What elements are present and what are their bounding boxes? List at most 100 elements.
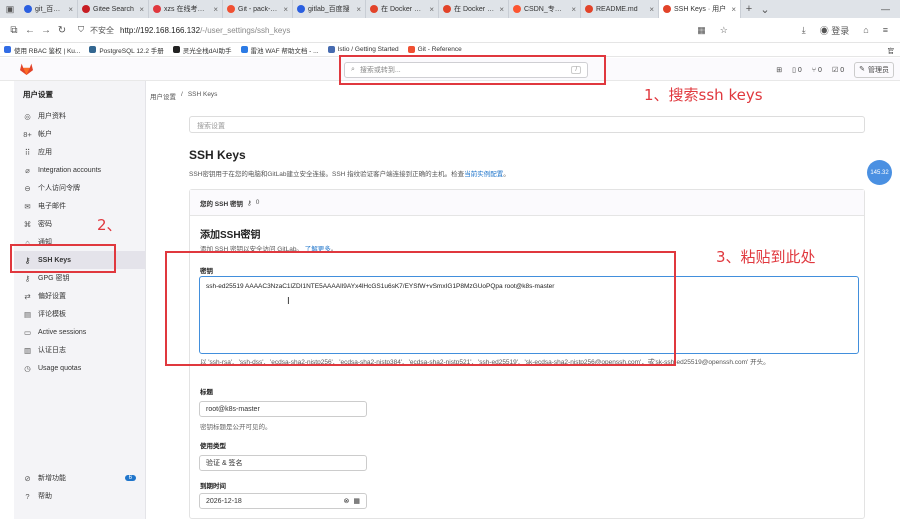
sidebar-item-item-10[interactable]: ⇄ 偏好设置 bbox=[14, 287, 145, 305]
sidebar-toggle-icon[interactable]: ⊞ bbox=[776, 66, 782, 74]
tab-title: CSDN_专业开 bbox=[524, 6, 569, 13]
browser-tab[interactable]: README.md × bbox=[581, 0, 659, 18]
gitlab-logo-icon[interactable] bbox=[20, 63, 33, 75]
sidebar-item-label: 应用 bbox=[38, 149, 52, 156]
sidebar-item-icon: ◷ bbox=[24, 363, 31, 373]
breadcrumb-ssh-keys[interactable]: SSH Keys bbox=[188, 91, 218, 101]
sidebar-item-item-11[interactable]: ▤ 评论模板 bbox=[14, 305, 145, 323]
minimize-button[interactable]: — bbox=[881, 4, 890, 14]
sidebar-item-integration-accounts[interactable]: ⌀ Integration accounts bbox=[14, 161, 145, 179]
sidebar-title: 用户设置 bbox=[23, 90, 53, 99]
sidebar-item-item-6[interactable]: ⌘ 密码 bbox=[14, 215, 145, 233]
browser-tab[interactable]: 在 Docker 容器× bbox=[366, 0, 439, 18]
sidebar-item-item-2[interactable]: ⠿ 应用 bbox=[14, 143, 145, 161]
bookmark-item[interactable]: PostgreSQL 12.2 手册 bbox=[89, 45, 164, 55]
tab-dropdown-icon[interactable]: ⌄ bbox=[757, 3, 773, 16]
usage-type-label: 使用类型 bbox=[200, 443, 226, 450]
sidebar-item-icon: ⌀ bbox=[25, 165, 30, 175]
new-tab-button[interactable]: + bbox=[741, 3, 757, 15]
todos-button[interactable]: ☑ 0 bbox=[832, 66, 844, 75]
bookmark-item[interactable]: Istio / Getting Started bbox=[327, 45, 399, 55]
bookmark-item[interactable]: 灵光全栈dAI助手 bbox=[172, 45, 232, 55]
tab-close-icon[interactable]: × bbox=[429, 5, 434, 14]
bookmark-label: 雷池 WAF 帮助文档 - ... bbox=[250, 47, 319, 55]
url-path: /-/user_settings/ssh_keys bbox=[200, 25, 291, 35]
account-button[interactable]: ◉ 登录 bbox=[820, 24, 850, 37]
sidebar-item-item-0[interactable]: ◎ 用户资料 bbox=[14, 107, 145, 125]
tab-close-icon[interactable]: × bbox=[139, 5, 144, 14]
tab-close-icon[interactable]: × bbox=[571, 5, 576, 14]
tab-close-icon[interactable]: × bbox=[356, 5, 361, 14]
sidebar-item-icon: ◎ bbox=[24, 111, 31, 121]
search-settings-input[interactable]: 搜索设置 bbox=[189, 116, 865, 133]
sidebar-item-active-sessions[interactable]: ▭ Active sessions bbox=[14, 323, 145, 341]
tab-close-icon[interactable]: × bbox=[731, 5, 736, 14]
ssh-keys-card-header: 您的 SSH 密钥 ⚷ 0 bbox=[190, 190, 864, 216]
instance-config-link[interactable]: 当前实例配置 bbox=[464, 171, 503, 178]
browser-tab[interactable]: gitlab_百度搜 × bbox=[293, 0, 366, 18]
sidebar-item-item-13[interactable]: ▥ 认证日志 bbox=[14, 341, 145, 359]
browser-tab[interactable]: CSDN_专业开 × bbox=[509, 0, 581, 18]
browser-tab[interactable]: Git - pack-heu × bbox=[223, 0, 293, 18]
browser-tab[interactable]: SSH Keys · 用户 × bbox=[659, 0, 741, 18]
browser-tab[interactable]: xzs 在线考试系 × bbox=[149, 0, 223, 18]
tab-close-icon[interactable]: × bbox=[283, 5, 288, 14]
reload-button[interactable]: ↻ bbox=[54, 25, 70, 36]
browser-tab[interactable]: Gitee Search × bbox=[78, 0, 149, 18]
annotation-step2: 2、 bbox=[97, 216, 122, 234]
sidebar-item-label: Integration accounts bbox=[38, 166, 102, 174]
tab-title: Git - pack-heu bbox=[238, 5, 281, 13]
sidebar-item-item-4[interactable]: ⊖ 个人访问令牌 bbox=[14, 179, 145, 197]
tab-close-icon[interactable]: × bbox=[68, 5, 73, 14]
expires-date-input[interactable]: 2026-12-18 ⊗ ▦ bbox=[199, 493, 367, 509]
calendar-icon[interactable]: ▦ bbox=[353, 497, 360, 505]
bookmark-item[interactable]: 雷池 WAF 帮助文档 - ... bbox=[240, 45, 319, 55]
sidebar-item-label: 新增功能 bbox=[38, 475, 66, 482]
star-icon[interactable]: ☆ bbox=[720, 25, 728, 36]
browser-tab[interactable]: git_百度搜索× bbox=[20, 0, 78, 18]
menu-icon[interactable]: ≡ bbox=[883, 25, 888, 35]
download-icon[interactable]: ⤓ bbox=[802, 25, 806, 36]
tab-title: Gitee Search bbox=[93, 5, 134, 13]
sidebar-item-icon: 8+ bbox=[23, 129, 32, 139]
tab-actions-icon[interactable]: ▣ bbox=[0, 4, 20, 15]
count-badge: 6 bbox=[124, 475, 136, 481]
browser-tab-bar: ▣ git_百度搜索×Gitee Search×xzs 在线考试系×Git - … bbox=[0, 0, 900, 18]
url-field[interactable]: ⛉ 不安全 http://192.168.166.132/-/user_sett… bbox=[78, 25, 290, 36]
url-host: http://192.168.166.132 bbox=[120, 25, 201, 35]
sidebar-item-usage-quotas[interactable]: ◷ Usage quotas bbox=[14, 359, 145, 377]
clear-icon[interactable]: ⊗ bbox=[344, 497, 350, 505]
sidebar-toggle-icon[interactable]: ⧉ bbox=[6, 25, 22, 36]
sidebar-item-item-1[interactable]: 8+ 帐户 bbox=[14, 125, 145, 143]
sidebar-item-icon: ▥ bbox=[23, 345, 32, 355]
breadcrumb-user-settings[interactable]: 用户设置 bbox=[150, 91, 176, 101]
title-label: 标题 bbox=[200, 389, 213, 396]
sidebar-item-help[interactable]: ? 帮助 bbox=[14, 487, 146, 505]
home-icon[interactable]: ⌂ bbox=[863, 25, 868, 35]
merge-requests-button[interactable]: ⑂ 0 bbox=[812, 67, 822, 74]
sidebar-item-whats-new[interactable]: ⊘ 新增功能 6 bbox=[14, 469, 146, 487]
tab-close-icon[interactable]: × bbox=[649, 5, 654, 14]
sidebar-item-item-5[interactable]: ✉ 电子邮件 bbox=[14, 197, 145, 215]
back-button[interactable]: ← bbox=[22, 25, 38, 36]
floating-badge[interactable]: 145.32 bbox=[867, 160, 892, 185]
tab-title: xzs 在线考试系 bbox=[164, 6, 211, 13]
bookmarks-overflow[interactable]: 官 bbox=[888, 45, 900, 55]
title-input[interactable]: root@k8s-master bbox=[199, 401, 367, 417]
bookmark-favicon-icon bbox=[240, 46, 248, 53]
bookmark-item[interactable]: 使用 RBAC 鉴权 | Ku... bbox=[4, 45, 80, 55]
admin-button[interactable]: ✎ 管理员 bbox=[854, 62, 894, 78]
expires-value: 2026-12-18 bbox=[206, 497, 242, 505]
issues-icon: ▯ bbox=[792, 67, 796, 74]
forward-button[interactable]: → bbox=[38, 25, 54, 36]
bookmark-item[interactable]: Git - Reference bbox=[407, 45, 462, 55]
usage-type-select[interactable]: 验证 & 签名 bbox=[199, 455, 367, 471]
ssh-keys-count: 0 bbox=[255, 199, 260, 206]
tab-title: git_百度搜索 bbox=[35, 6, 65, 13]
reader-mode-icon[interactable]: ▦ bbox=[697, 25, 706, 36]
browser-tab[interactable]: 在 Docker 容器× bbox=[439, 0, 509, 18]
sidebar-item-label: Usage quotas bbox=[38, 364, 82, 372]
issues-button[interactable]: ▯ 0 bbox=[792, 66, 802, 75]
tab-close-icon[interactable]: × bbox=[213, 5, 218, 14]
tab-close-icon[interactable]: × bbox=[499, 5, 504, 14]
